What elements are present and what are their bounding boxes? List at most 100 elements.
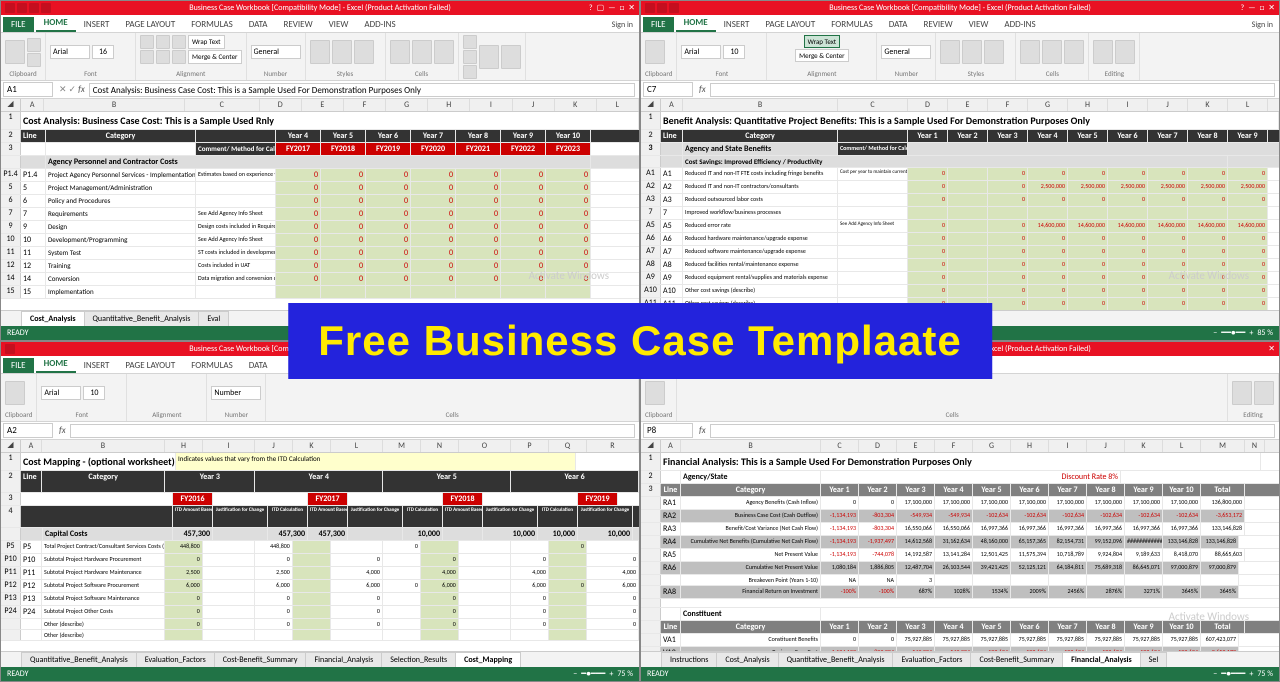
pane-bottom-right: Business Case Workbook [Compatibility Mo… bbox=[640, 341, 1280, 682]
name-box[interactable] bbox=[3, 423, 53, 438]
signin-link[interactable]: Sign in bbox=[1246, 18, 1279, 32]
name-box[interactable] bbox=[643, 82, 693, 97]
wrap-text-btn[interactable]: Wrap Text bbox=[188, 35, 225, 49]
size-select[interactable] bbox=[723, 45, 745, 59]
paste-icon[interactable] bbox=[645, 40, 665, 64]
fill-icon[interactable] bbox=[463, 50, 477, 64]
undo-icon[interactable] bbox=[29, 3, 39, 13]
formula-bar-row: ✕✓fx Cost Analysis: Business Case Cost: … bbox=[1, 81, 639, 99]
fx-cancel-icon[interactable]: ✕ bbox=[59, 84, 67, 95]
paste-icon[interactable] bbox=[645, 381, 665, 405]
insert-cell-icon[interactable] bbox=[1020, 40, 1040, 64]
fmt-table-icon[interactable] bbox=[332, 40, 352, 64]
minimize-icon[interactable]: — bbox=[608, 3, 615, 13]
file-tab[interactable]: FILE bbox=[643, 17, 674, 32]
size-select[interactable] bbox=[92, 45, 114, 59]
format-cell-icon[interactable] bbox=[434, 40, 454, 64]
sheet-tab[interactable]: Eval bbox=[198, 311, 229, 326]
formula-bar[interactable] bbox=[710, 83, 1275, 97]
tab-page-layout[interactable]: PAGE LAYOUT bbox=[757, 17, 823, 32]
tab-formulas[interactable]: FORMULAS bbox=[823, 17, 881, 32]
close-icon[interactable]: ✕ bbox=[1268, 3, 1275, 13]
insert-cell-icon[interactable] bbox=[390, 40, 410, 64]
sheet-tab[interactable]: Cost_Analysis bbox=[21, 311, 85, 326]
tab-view[interactable]: VIEW bbox=[961, 17, 997, 32]
find-icon[interactable] bbox=[1115, 40, 1135, 64]
file-tab[interactable]: FILE bbox=[3, 17, 34, 32]
tab-addins[interactable]: ADD-INS bbox=[996, 17, 1043, 32]
name-box[interactable] bbox=[643, 423, 693, 438]
excel-icon bbox=[5, 344, 15, 354]
pane-bottom-left: Business Case Workbook [Compatibility Mo… bbox=[0, 341, 640, 682]
number-format[interactable] bbox=[251, 45, 301, 59]
paste-icon[interactable] bbox=[5, 381, 25, 405]
tab-page-layout[interactable]: PAGE LAYOUT bbox=[117, 17, 183, 32]
number-format[interactable] bbox=[881, 45, 931, 59]
find-icon[interactable] bbox=[1254, 381, 1274, 405]
paste-icon[interactable] bbox=[5, 40, 25, 64]
align-icon[interactable] bbox=[172, 35, 186, 49]
align-icon[interactable] bbox=[140, 50, 154, 64]
sheet-area[interactable]: ◢ABCDEFGHIJKL 1Cost Analysis: Business C… bbox=[1, 99, 639, 310]
clear-icon[interactable] bbox=[463, 65, 477, 79]
fx-icon[interactable]: fx bbox=[78, 84, 85, 95]
merge-btn[interactable]: Merge & Center bbox=[795, 49, 849, 62]
tab-view[interactable]: VIEW bbox=[321, 17, 357, 32]
pane-top-right: Business Case Workbook [Compatibility Mo… bbox=[640, 0, 1280, 341]
tab-review[interactable]: REVIEW bbox=[916, 17, 961, 32]
maximize-icon[interactable]: □ bbox=[1259, 3, 1264, 13]
save-icon[interactable] bbox=[17, 3, 27, 13]
format-cell-icon[interactable] bbox=[1064, 40, 1084, 64]
tab-insert[interactable]: INSERT bbox=[76, 17, 118, 32]
fx-icon[interactable]: fx bbox=[699, 84, 706, 95]
tab-insert[interactable]: INSERT bbox=[716, 17, 758, 32]
tab-home[interactable]: HOME bbox=[676, 15, 716, 32]
sheet-area[interactable]: ◢ABCDEFGHIJKL 1Benefit Analysis: Quantit… bbox=[641, 99, 1279, 310]
help-icon[interactable]: ? bbox=[589, 3, 593, 13]
align-icon[interactable] bbox=[140, 35, 154, 49]
font-select[interactable] bbox=[50, 45, 90, 59]
sort-icon[interactable] bbox=[1232, 381, 1252, 405]
fx-confirm-icon[interactable]: ✓ bbox=[69, 84, 77, 95]
tab-home[interactable]: HOME bbox=[36, 15, 76, 32]
name-box[interactable] bbox=[3, 82, 53, 97]
tab-review[interactable]: REVIEW bbox=[276, 17, 321, 32]
tab-addins[interactable]: ADD-INS bbox=[356, 17, 403, 32]
formula-bar[interactable]: Cost Analysis: Business Case Cost: This … bbox=[89, 83, 635, 97]
font-select[interactable] bbox=[681, 45, 721, 59]
cond-fmt-icon[interactable] bbox=[940, 40, 960, 64]
tab-data[interactable]: DATA bbox=[241, 17, 276, 32]
delete-cell-icon[interactable] bbox=[1042, 40, 1062, 64]
signin-link[interactable]: Sign in bbox=[606, 18, 639, 32]
sort-icon[interactable] bbox=[479, 45, 499, 69]
cell-styles-icon[interactable] bbox=[984, 40, 1004, 64]
minimize-icon[interactable]: — bbox=[1248, 3, 1255, 13]
delete-cell-icon[interactable] bbox=[412, 40, 432, 64]
cond-fmt-icon[interactable] bbox=[310, 40, 330, 64]
help-icon[interactable]: ? bbox=[1240, 3, 1244, 13]
cut-icon[interactable] bbox=[27, 38, 41, 52]
close-icon[interactable]: ✕ bbox=[628, 3, 635, 13]
fmt-table-icon[interactable] bbox=[962, 40, 982, 64]
sort-icon[interactable] bbox=[1093, 40, 1113, 64]
wrap-text-btn[interactable]: Wrap Text bbox=[804, 35, 841, 48]
find-icon[interactable] bbox=[501, 45, 521, 69]
autosum-icon[interactable] bbox=[463, 35, 477, 49]
maximize-icon[interactable]: □ bbox=[619, 3, 624, 13]
ribbon-options-icon[interactable]: ▢ bbox=[597, 3, 605, 13]
align-icon[interactable] bbox=[172, 50, 186, 64]
group-clipboard: Clipboard bbox=[5, 69, 41, 78]
undo-icon[interactable] bbox=[669, 3, 679, 13]
save-icon[interactable] bbox=[657, 3, 667, 13]
ribbon-tabs: FILE HOME INSERT PAGE LAYOUT FORMULAS DA… bbox=[1, 15, 639, 33]
align-icon[interactable] bbox=[156, 35, 170, 49]
merge-btn[interactable]: Merge & Center bbox=[188, 50, 242, 64]
redo-icon[interactable] bbox=[41, 3, 51, 13]
sheet-tab[interactable]: Quantitative_Benefit_Analysis bbox=[84, 311, 200, 326]
cell-styles-icon[interactable] bbox=[354, 40, 374, 64]
tab-formulas[interactable]: FORMULAS bbox=[183, 17, 241, 32]
tab-data[interactable]: DATA bbox=[881, 17, 916, 32]
align-icon[interactable] bbox=[156, 50, 170, 64]
copy-icon[interactable] bbox=[27, 53, 41, 67]
zoom-level[interactable]: 85 % bbox=[1257, 328, 1273, 338]
